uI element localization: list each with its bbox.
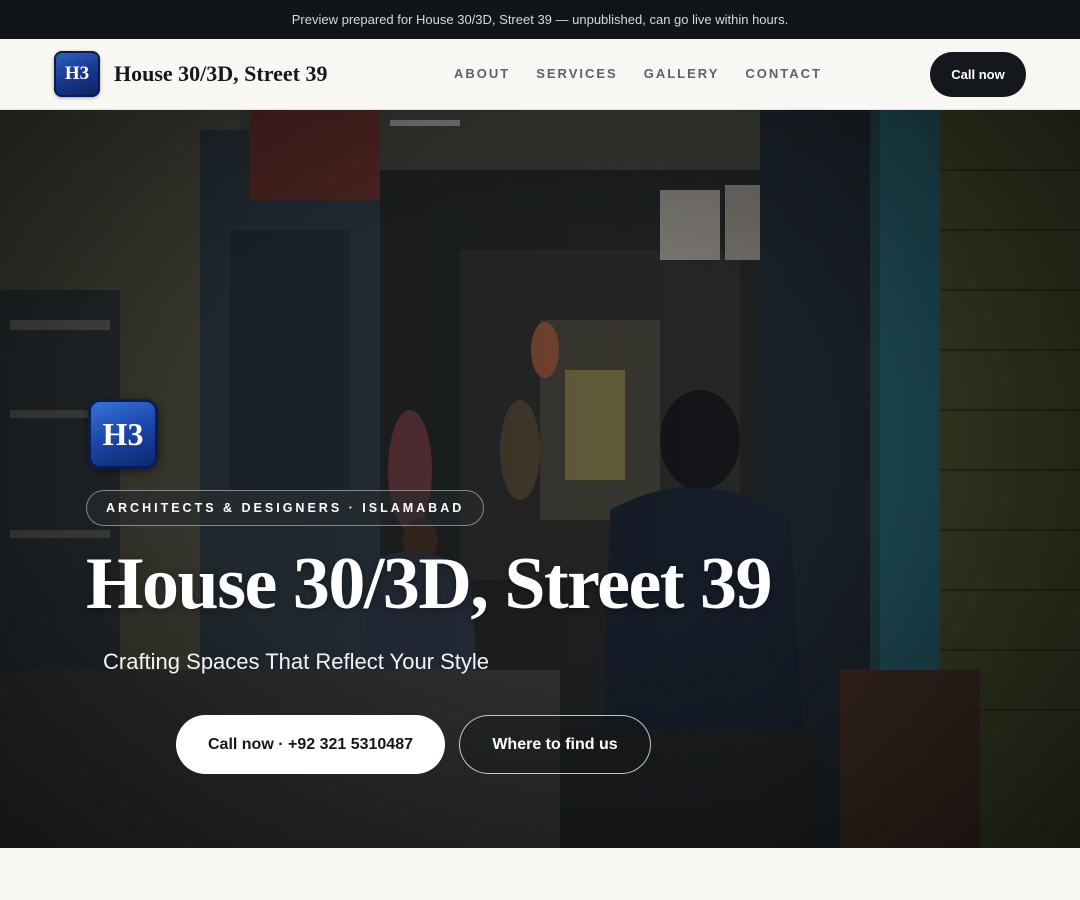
preview-banner: Preview prepared for House 30/3D, Street…: [0, 0, 1080, 39]
hero-location-button[interactable]: Where to find us: [459, 715, 651, 774]
site-header: H3 House 30/3D, Street 39 ABOUT SERVICES…: [0, 39, 1080, 110]
nav-link-services[interactable]: SERVICES: [536, 66, 618, 81]
hero-logo: H3: [88, 399, 158, 469]
hero-tagline-badge: ARCHITECTS & DESIGNERS · ISLAMABAD: [86, 490, 485, 526]
hero-call-button[interactable]: Call now · +92 321 5310487: [176, 715, 445, 774]
header-call-button[interactable]: Call now: [930, 52, 1026, 97]
hero-subtitle: Crafting Spaces That Reflect Your Style: [103, 649, 490, 674]
nav-link-gallery[interactable]: GALLERY: [644, 66, 720, 81]
nav-link-about[interactable]: ABOUT: [454, 66, 510, 81]
hero-section: H3 ARCHITECTS & DESIGNERS · ISLAMABAD Ho…: [0, 110, 1080, 848]
brand-logo[interactable]: H3: [54, 51, 100, 97]
nav-link-contact[interactable]: CONTACT: [745, 66, 822, 81]
main-nav: ABOUT SERVICES GALLERY CONTACT: [454, 66, 822, 81]
hero-title: House 30/3D, Street 39: [86, 543, 773, 625]
preview-banner-text: Preview prepared for House 30/3D, Street…: [291, 12, 789, 27]
brand-name[interactable]: House 30/3D, Street 39: [114, 61, 327, 87]
